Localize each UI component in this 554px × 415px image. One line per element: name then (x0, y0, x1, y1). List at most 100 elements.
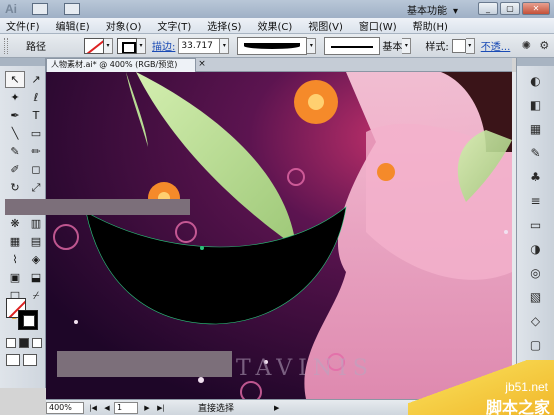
paintbrush-tool[interactable]: ✎ (6, 144, 24, 159)
fill-swatch[interactable] (84, 37, 104, 54)
document-tab[interactable]: 人物素材.ai* @ 400% (RGB/预览) (46, 58, 196, 72)
bridge-icon[interactable] (32, 3, 48, 15)
artboard-number[interactable]: 1 (114, 401, 138, 414)
arrange-documents-icon[interactable] (64, 3, 80, 15)
menu-edit[interactable]: 编辑(E) (48, 18, 98, 33)
artwork: TAVINIS (46, 72, 512, 399)
current-tool-status: 直接选择 (198, 404, 235, 414)
workspace-switcher[interactable]: 基本功能 ▾ (407, 2, 458, 17)
rotate-tool[interactable]: ↻ (6, 180, 24, 195)
blob-brush-tool[interactable]: ✐ (6, 162, 24, 177)
pencil-tool[interactable]: ✏ (27, 144, 45, 159)
close-button[interactable]: ✕ (522, 2, 550, 15)
brush-definition[interactable] (324, 36, 381, 55)
zoom-field[interactable]: 400% (46, 401, 84, 414)
close-tab-icon[interactable]: × (196, 58, 208, 72)
symbol-sprayer-tool[interactable]: ❋ (6, 216, 24, 231)
stroke-link[interactable]: 描边: (152, 38, 175, 53)
draw-mode-row (6, 354, 37, 366)
selection-type-label: 路径 (26, 42, 46, 53)
workspace-label: 基本功能 (406, 6, 447, 17)
draw-normal-icon[interactable] (6, 354, 20, 366)
rectangle-tool[interactable]: ▭ (27, 126, 45, 141)
menu-help[interactable]: 帮助(H) (405, 18, 456, 33)
stroke-dropdown[interactable]: ▾ (137, 37, 146, 54)
gradient-mode-icon[interactable] (19, 338, 29, 348)
mesh-tool[interactable]: ▦ (6, 234, 24, 249)
stroke-weight-field[interactable]: 33.717 (178, 37, 221, 54)
status-menu-icon[interactable]: ▶ (274, 404, 279, 412)
pen-tool[interactable]: ✒ (6, 108, 24, 123)
gradient-tool[interactable]: ▤ (27, 234, 45, 249)
maximize-button[interactable]: ▢ (500, 2, 520, 15)
stroke-swatch[interactable] (117, 37, 137, 54)
brush-label: 基本 (382, 42, 403, 53)
stroke-panel-icon[interactable]: ≡ (526, 192, 546, 210)
panel-grip[interactable] (4, 37, 8, 54)
graphic-style-swatch[interactable] (451, 38, 466, 53)
menu-file[interactable]: 文件(F) (0, 18, 48, 33)
panels-header[interactable] (517, 58, 554, 66)
watermark-brand: 脚本之家 (485, 400, 550, 415)
tools-panel-header[interactable] (0, 58, 45, 66)
none-mode-icon[interactable] (32, 338, 42, 348)
eraser-tool[interactable]: ◻ (27, 162, 45, 177)
stroke-weight-dropdown[interactable]: ▾ (220, 37, 230, 54)
color-mode-row (6, 338, 42, 348)
panel-menu-icon[interactable]: ⚙ (536, 38, 552, 54)
artboard-canvas[interactable]: TAVINIS (46, 72, 512, 399)
gradient-panel-icon[interactable]: ▭ (526, 216, 546, 234)
live-paint-selection-tool[interactable]: ⬓ (27, 270, 45, 285)
scale-tool[interactable]: ⤢ (27, 180, 45, 195)
stroke-black-icon[interactable] (18, 310, 38, 330)
watermark-site: jb51.net (505, 380, 548, 394)
menu-window[interactable]: 窗口(W) (351, 18, 405, 33)
layers-icon[interactable]: ◇ (526, 312, 546, 330)
menu-effect[interactable]: 效果(C) (249, 18, 300, 33)
lasso-tool[interactable]: ℓ (27, 90, 45, 105)
appearance-icon[interactable]: ◎ (526, 264, 546, 282)
style-dropdown[interactable]: ▾ (465, 37, 475, 54)
blend-tool[interactable]: ◈ (27, 252, 45, 267)
color-guide-icon[interactable]: ◧ (526, 96, 546, 114)
color-mode-icon[interactable] (6, 338, 16, 348)
symbols-icon[interactable]: ♣ (526, 168, 546, 186)
fill-dropdown[interactable]: ▾ (104, 37, 113, 54)
line-tool[interactable]: ╲ (6, 126, 24, 141)
window-controls: _ ▢ ✕ (478, 2, 550, 15)
transparency-icon[interactable]: ◑ (526, 240, 546, 258)
redaction-bar (57, 351, 232, 377)
menu-select[interactable]: 选择(S) (199, 18, 249, 33)
next-artboard-icon[interactable]: ▶ (142, 402, 152, 414)
magic-wand-tool[interactable]: ✦ (6, 90, 24, 105)
selection-tool[interactable]: ↖ (5, 71, 25, 88)
fill-stroke-control[interactable] (6, 298, 40, 332)
previous-artboard-icon[interactable]: ◀ (102, 402, 112, 414)
minimize-button[interactable]: _ (478, 2, 498, 15)
brush-dropdown[interactable]: ▾ (402, 37, 412, 54)
last-artboard-icon[interactable]: ▶| (156, 402, 166, 414)
artboards-icon[interactable]: ▢ (526, 336, 546, 354)
recolor-artwork-icon[interactable]: ✺ (518, 38, 534, 54)
tool-grid: ↖↗✦ℓ✒T╲▭✎✏✐◻↻⤢≈⬚❋▥▦▤⌇◈▣⬓□⌿✋⌕ (0, 66, 45, 321)
style-label: 样式: (425, 42, 449, 53)
swatches-icon[interactable]: ▦ (526, 120, 546, 138)
menu-object[interactable]: 对象(O) (98, 18, 150, 33)
eyedropper-tool[interactable]: ⌇ (6, 252, 24, 267)
graphic-styles-icon[interactable]: ▧ (526, 288, 546, 306)
chevron-down-icon: ▾ (452, 6, 458, 17)
first-artboard-icon[interactable]: |◀ (88, 402, 98, 414)
graph-tool[interactable]: ▥ (27, 216, 45, 231)
menu-view[interactable]: 视图(V) (300, 18, 351, 33)
profile-dropdown[interactable]: ▾ (307, 37, 317, 54)
menu-type[interactable]: 文字(T) (149, 18, 199, 33)
brushes-icon[interactable]: ✎ (526, 144, 546, 162)
opacity-link[interactable]: 不透... (481, 38, 511, 53)
live-paint-tool[interactable]: ▣ (6, 270, 24, 285)
screen-mode-icon[interactable] (23, 354, 37, 366)
direct-selection-tool[interactable]: ↗ (27, 72, 45, 87)
title-bar: Ai 基本功能 ▾ _ ▢ ✕ (0, 0, 554, 18)
variable-width-profile[interactable] (237, 36, 308, 55)
type-tool[interactable]: T (27, 108, 45, 123)
color-panel-icon[interactable]: ◐ (526, 72, 546, 90)
